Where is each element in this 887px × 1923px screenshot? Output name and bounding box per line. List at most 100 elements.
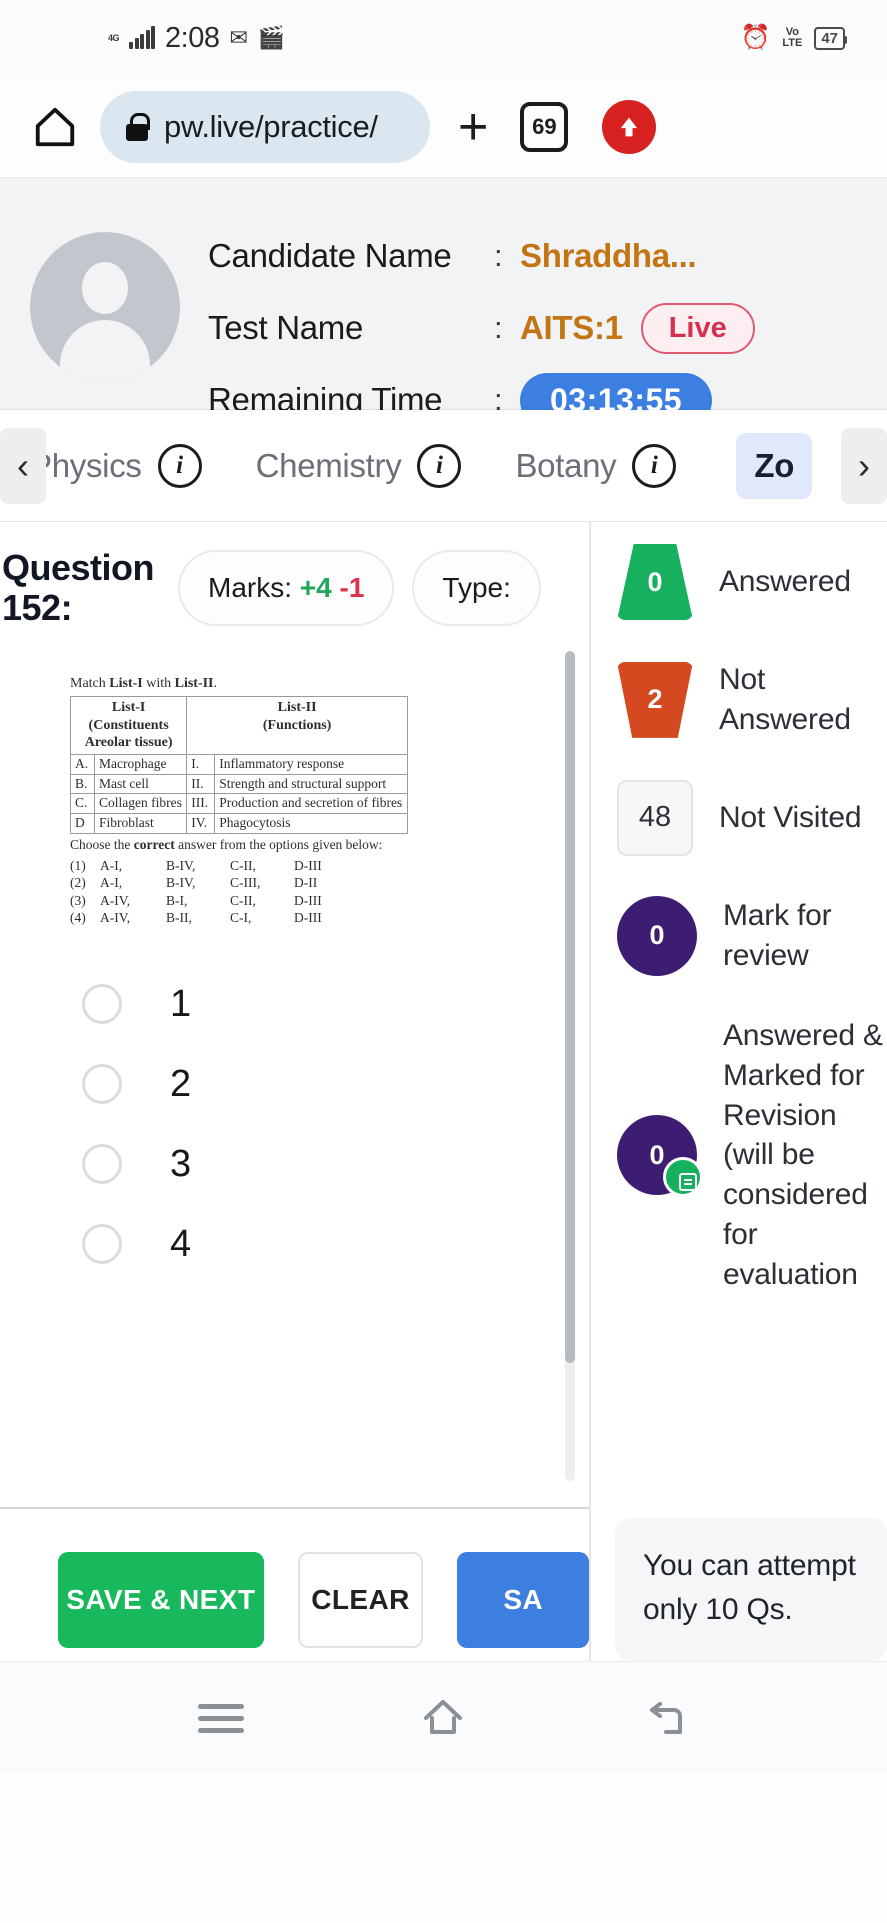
option-a: A-IV,	[100, 909, 131, 925]
lead-list1: List-I	[109, 675, 143, 691]
legend-answered-marked: 0 Answered & Marked for Revision (will b…	[617, 1016, 887, 1295]
radio-icon[interactable]	[82, 1144, 122, 1185]
option-d: D-II	[294, 875, 318, 891]
tab-zoology[interactable]: Zo	[736, 432, 813, 499]
header-line: List-II	[277, 700, 317, 716]
volte-icon: Vo LTE	[782, 26, 803, 49]
choose-pre: Choose the	[70, 837, 134, 853]
option-d: D-III	[294, 909, 322, 925]
question-column: Question 152: Marks: +4 -1 Type: Match L…	[0, 522, 589, 1661]
not-visited-count: 48	[638, 801, 672, 834]
legend-label: Not Visited	[719, 800, 862, 834]
tab-label: Zo	[754, 446, 795, 484]
mail-icon: ✉	[229, 25, 248, 50]
header-line: (Constituents	[88, 717, 169, 733]
alarm-icon: ⏰	[740, 24, 771, 51]
info-icon[interactable]: i	[417, 443, 462, 488]
upload-arrow-icon[interactable]	[602, 99, 657, 154]
candidate-detail-rows: Candidate Name : Shraddha... Test Name :…	[208, 220, 755, 436]
url-text: pw.live/practice/	[164, 108, 378, 144]
info-icon[interactable]: i	[632, 443, 677, 488]
save-and-mark-button[interactable]: SA	[457, 1552, 589, 1648]
candidate-name-row: Candidate Name : Shraddha...	[208, 220, 755, 292]
colon-separator: :	[494, 238, 503, 273]
marks-label: Marks:	[208, 572, 292, 604]
network-type-label: 4G	[108, 33, 120, 43]
legend-answered: 0 Answered	[617, 544, 887, 620]
save-and-next-button[interactable]: SAVE & NEXT	[58, 1552, 264, 1648]
address-bar[interactable]: pw.live/practice/	[100, 90, 430, 163]
match-table: List-I (Constituents Areolar tissue) Lis…	[69, 696, 408, 835]
radio-icon[interactable]	[82, 1064, 122, 1105]
radio-icon[interactable]	[82, 1224, 122, 1265]
legend-mark-for-review: 0 Mark for review	[617, 895, 887, 976]
row-num: III.	[186, 793, 216, 815]
row-num: I.	[186, 753, 216, 775]
subject-tabs: Physics i Chemistry i Botany i Zo	[0, 432, 813, 499]
type-pill: Type:	[412, 550, 541, 627]
tab-chemistry[interactable]: Chemistry i	[256, 443, 462, 488]
tab-count-label: 69	[532, 113, 557, 139]
tabs-scroll-right-icon[interactable]: ›	[841, 427, 887, 504]
table-header-list1: List-I (Constituents Areolar tissue)	[69, 696, 188, 755]
row-key: A.	[70, 753, 95, 775]
answer-choice-4[interactable]: 4	[82, 1204, 589, 1284]
live-status-badge: Live	[640, 302, 755, 354]
radio-icon[interactable]	[82, 984, 122, 1025]
legend-not-visited: 48 Not Visited	[617, 779, 887, 856]
tab-physics[interactable]: Physics i	[30, 443, 202, 488]
candidate-name-label: Candidate Name	[208, 237, 452, 274]
table-header-list2: List-II (Functions)	[186, 696, 408, 755]
tab-botany[interactable]: Botany i	[515, 443, 677, 488]
page-title: Question 152:	[2, 547, 155, 629]
question-header: Question 152: Marks: +4 -1 Type:	[0, 522, 589, 639]
question-scrollbar[interactable]	[565, 650, 575, 1481]
answer-choice-3[interactable]: 3	[82, 1124, 589, 1204]
option-d: D-III	[294, 858, 322, 873]
tabs-scroll-left-icon[interactable]: ‹	[0, 427, 46, 504]
row-key: B.	[70, 773, 95, 795]
home-icon[interactable]	[415, 1690, 471, 1746]
legend-label: Mark for review	[723, 898, 832, 972]
test-name-value: AITS:1	[520, 309, 623, 346]
choose-post: answer from the options given below:	[174, 837, 383, 853]
row-right: Inflammatory response	[214, 753, 408, 775]
battery-icon: 47	[814, 26, 847, 50]
lock-icon	[126, 112, 150, 141]
question-figure: Match List-I with List-II. List-I (Const…	[69, 675, 416, 926]
android-status-bar: 4G 2:08 ✉ 🎬 ⏰ Vo LTE 47	[0, 0, 887, 76]
legend-not-answered: 2 Not Answered	[617, 660, 887, 740]
type-label: Type:	[442, 572, 511, 604]
figure-options: (1) A-I, B-IV, C-II, D-III (2) A-I, B-IV…	[70, 857, 416, 926]
android-nav-bar	[0, 1661, 887, 1774]
recents-icon[interactable]	[193, 1690, 249, 1746]
scrollbar-thumb[interactable]	[565, 650, 575, 1363]
app-screen: 4G 2:08 ✉ 🎬 ⏰ Vo LTE 47 pw.live/practice/…	[0, 0, 887, 1923]
option-number: (4)	[70, 909, 86, 925]
attempt-limit-note: You can attempt only 10 Qs.	[615, 1518, 887, 1661]
back-icon[interactable]	[638, 1690, 694, 1746]
figure-option: (2) A-I, B-IV, C-III, D-II	[70, 874, 416, 891]
answered-marked-badge: 0	[617, 1115, 703, 1198]
row-num: II.	[186, 773, 216, 795]
new-tab-button[interactable]: +	[458, 101, 488, 153]
option-number: (2)	[70, 875, 86, 891]
network-type-icon: 4G	[108, 33, 120, 43]
candidate-info-panel: Candidate Name : Shraddha... Test Name :…	[0, 178, 887, 428]
marks-negative: -1	[339, 572, 365, 604]
header-line: List-I	[111, 700, 146, 716]
figure-lead: Match List-I with List-II.	[70, 675, 416, 693]
signal-strength-icon	[129, 26, 156, 49]
answer-choice-2[interactable]: 2	[82, 1044, 589, 1124]
lead-list2: List-II	[174, 675, 214, 691]
choice-label: 2	[170, 1062, 192, 1105]
tab-count-button[interactable]: 69	[520, 101, 569, 152]
answer-choice-1[interactable]: 1	[82, 964, 589, 1044]
row-right: Phagocytosis	[214, 813, 408, 835]
option-b: B-II,	[166, 909, 192, 925]
clear-button[interactable]: CLEAR	[297, 1552, 424, 1648]
browser-home-icon[interactable]	[32, 104, 78, 150]
option-a: A-I,	[100, 875, 123, 891]
option-c: C-I,	[230, 909, 252, 925]
info-icon[interactable]: i	[157, 443, 202, 488]
